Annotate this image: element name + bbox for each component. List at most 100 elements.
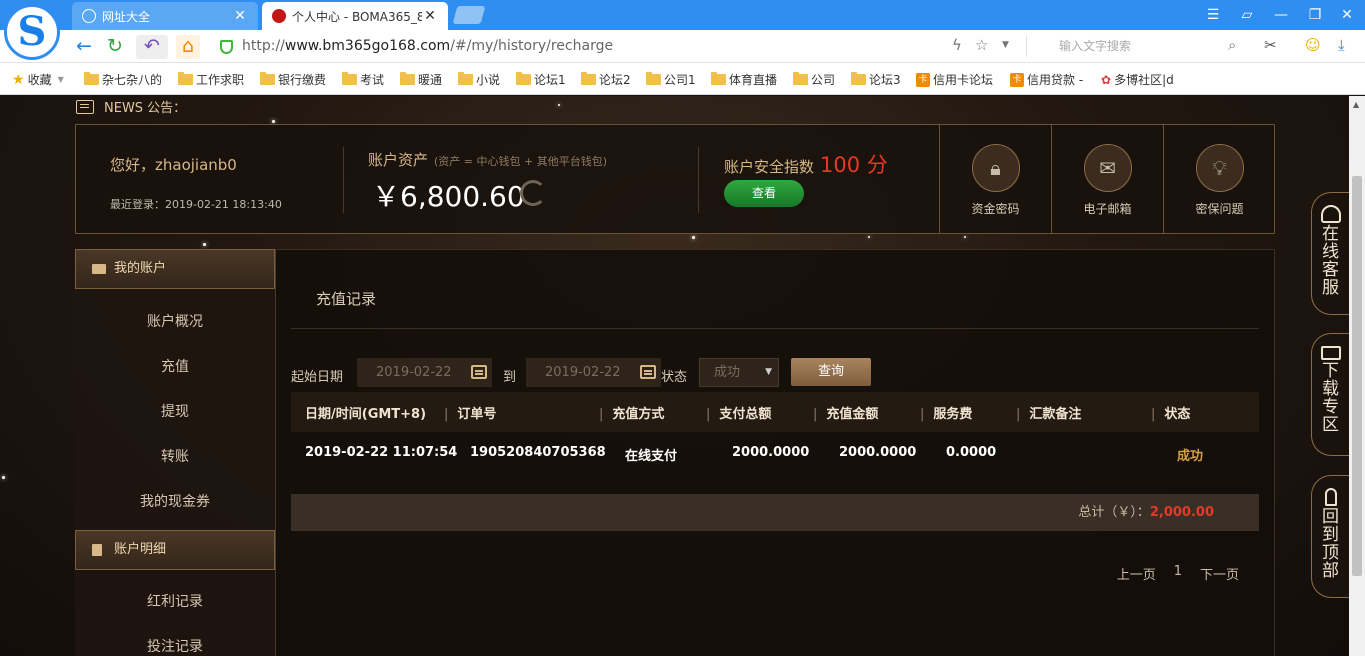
quick-label: 资金密码 (971, 202, 1020, 216)
next-page-link[interactable]: 下一页 (1200, 564, 1239, 583)
browser-logo-glyph: S (17, 8, 47, 55)
sidebar-section-account-details[interactable]: 账户明细 (75, 530, 275, 570)
sidebar-item-withdraw[interactable]: 提现 (75, 401, 275, 421)
column-header: | 汇款备注 (1016, 403, 1081, 422)
column-header-label: 状态 (1164, 407, 1191, 422)
folder-icon (178, 72, 193, 85)
security-index: 账户安全指数 100 分 (724, 149, 888, 179)
search-input[interactable]: 输入文字搜索 (1026, 35, 1256, 57)
status-select[interactable]: 成功 ▼ (699, 358, 779, 387)
refresh-icon[interactable] (520, 180, 546, 206)
search-icon[interactable]: ⌕ (1228, 36, 1236, 54)
folder-icon (516, 72, 531, 85)
sidebar-item-bonus-records[interactable]: 红利记录 (75, 591, 275, 611)
speed-icon[interactable]: ϟ (952, 36, 962, 54)
smile-icon[interactable]: ☺ (1305, 36, 1321, 54)
column-separator: | (599, 407, 604, 422)
column-separator: | (920, 407, 925, 422)
skin-icon[interactable]: ▱ (1236, 5, 1258, 25)
view-security-button[interactable]: 查看 (724, 180, 804, 207)
sidebar-item-bet-records[interactable]: 投注记录 (75, 636, 275, 656)
bookmark-label: 工作求职 (196, 73, 245, 87)
sidebar-item-transfer[interactable]: 转账 (75, 446, 275, 466)
bookmark-folder[interactable]: 公司 (793, 71, 835, 88)
email-link[interactable]: ✉ 电子邮箱 (1051, 125, 1163, 233)
community-icon: ✿ (1101, 72, 1112, 87)
download-area-button[interactable]: 下载专区 (1311, 333, 1349, 456)
globe-icon (82, 9, 96, 23)
sidebar-section-my-account[interactable]: 我的账户 (75, 249, 275, 289)
divider (343, 147, 344, 213)
window-close-icon[interactable]: ✕ (1336, 5, 1358, 25)
online-service-button[interactable]: 在线客服 (1311, 192, 1349, 315)
favorite-star-icon[interactable]: ☆ (975, 36, 988, 54)
column-header-label: 充值金额 (826, 407, 879, 422)
back-icon[interactable]: ← (72, 35, 96, 59)
cell-method: 在线支付 (625, 449, 678, 464)
minimize-icon[interactable]: — (1270, 5, 1292, 25)
reload-icon[interactable]: ↻ (103, 35, 127, 59)
sidebar-item-overview[interactable]: 账户概况 (75, 311, 275, 331)
security-question-link[interactable]: 💡︎ 密保问题 (1163, 125, 1275, 233)
bookmark-favorites[interactable]: ★ 收藏 ▼ (12, 71, 64, 88)
undo-icon[interactable]: ↶ (136, 35, 168, 59)
menu-icon[interactable]: ☰ (1202, 5, 1224, 25)
url-path: /#/my/history/recharge (450, 38, 614, 54)
bookmark-folder[interactable]: 论坛2 (581, 71, 631, 88)
close-icon[interactable]: ✕ (422, 8, 438, 24)
bookmark-folder[interactable]: 工作求职 (178, 71, 244, 88)
download-icon[interactable]: ⤓ (1338, 36, 1345, 54)
bookmark-folder[interactable]: 体育直播 (711, 71, 777, 88)
security-label: 账户安全指数 (724, 158, 815, 176)
secure-shield-icon (220, 40, 233, 54)
decor-star (203, 243, 206, 246)
calendar-icon[interactable] (640, 365, 656, 379)
column-header: | 充值金额 (813, 403, 879, 422)
prev-page-link[interactable]: 上一页 (1117, 564, 1156, 583)
maximize-icon[interactable]: ❐ (1304, 5, 1326, 25)
scroll-up-icon[interactable]: ▲ (1353, 100, 1359, 109)
tab-nav-home[interactable]: 网址大全 ✕ (72, 2, 258, 30)
bookmark-folder[interactable]: 杂七杂八的 (84, 71, 162, 88)
bookmark-folder[interactable]: 考试 (342, 71, 384, 88)
calendar-icon[interactable] (471, 365, 487, 379)
bookmark-folder[interactable]: 小说 (458, 71, 500, 88)
browser-logo[interactable]: S (4, 4, 60, 60)
news-header: NEWS 公告： (76, 97, 186, 116)
bookmark-folder[interactable]: 暖通 (400, 71, 442, 88)
column-header: | 订单号 (444, 403, 496, 422)
url-field[interactable]: http://www.bm365go168.com/#/my/history/r… (212, 34, 942, 59)
column-header: | 支付总额 (706, 403, 771, 422)
start-date-field[interactable]: 2019-02-22 (357, 358, 492, 387)
query-button[interactable]: 查询 (791, 358, 871, 386)
bookmark-link[interactable]: ✿ 多博社区|d (1101, 71, 1174, 88)
tab-personal-center[interactable]: 个人中心 - BOMA365_8 ✕ (262, 2, 448, 30)
divider (291, 328, 1259, 329)
bookmark-folder[interactable]: 银行缴费 (260, 71, 326, 88)
bookmark-link[interactable]: 卡信用卡论坛 (916, 71, 993, 88)
column-header-label: 充值方式 (612, 407, 665, 422)
fund-password-link[interactable]: 🔒︎ 资金密码 (939, 125, 1051, 233)
back-to-top-button[interactable]: 回到顶部 (1311, 475, 1349, 598)
close-icon[interactable]: ✕ (232, 8, 248, 24)
sidebar-item-coupons[interactable]: 我的现金券 (75, 491, 275, 511)
column-header: | 充值方式 (599, 403, 665, 422)
scissors-icon[interactable]: ✂ (1264, 36, 1277, 54)
home-icon[interactable]: ⌂ (176, 35, 200, 59)
folder-icon (851, 72, 866, 85)
bookmark-label: 杂七杂八的 (102, 73, 163, 87)
chevron-down-icon[interactable]: ▼ (1002, 40, 1009, 50)
bookmark-folder[interactable]: 论坛3 (851, 71, 901, 88)
bookmark-folder[interactable]: 公司1 (646, 71, 696, 88)
new-tab-button[interactable] (452, 6, 486, 24)
bookmark-link[interactable]: 卡信用贷款 - (1010, 71, 1083, 88)
bookmark-folder[interactable]: 论坛1 (516, 71, 566, 88)
card-icon: 卡 (1010, 72, 1024, 87)
cell-deposit-amount: 2000.0000 (839, 445, 917, 460)
sidebar-item-deposit[interactable]: 充值 (75, 356, 275, 376)
scrollbar-thumb[interactable] (1352, 176, 1362, 576)
divider (698, 147, 699, 213)
page-scrollbar[interactable]: ▲ (1349, 96, 1365, 656)
chevron-down-icon: ▼ (57, 75, 64, 84)
end-date-field[interactable]: 2019-02-22 (526, 358, 661, 387)
